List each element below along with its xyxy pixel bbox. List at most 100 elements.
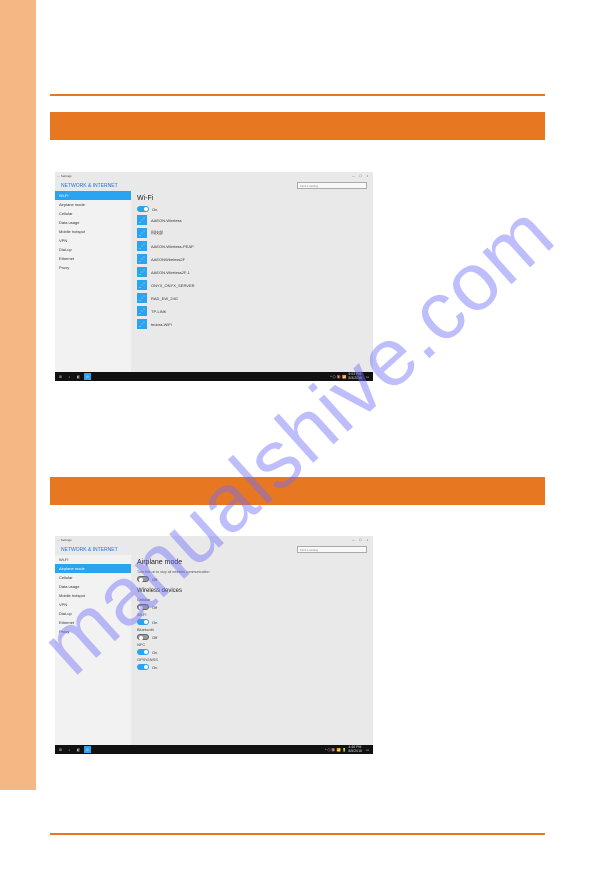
sidebar-item-wi-fi[interactable]: Wi-Fi [55,191,131,200]
search-input[interactable]: Find a setting [297,182,367,189]
wifi-network-item[interactable]: ⋰ TP-LINK [137,306,367,316]
device-toggle[interactable] [137,634,149,640]
nav-back-label[interactable]: ← Settings [57,538,72,542]
airplane-toggle[interactable] [137,576,149,582]
wifi-network-item[interactable]: ⋰ AAEONWireless2F [137,254,367,264]
wifi-network-item[interactable]: ⋰ AAEON-Wireless [137,215,367,225]
search-icon[interactable]: ⌕ [66,746,73,753]
sidebar-item-dial-up[interactable]: Dial-up [55,609,131,618]
wifi-signal-icon: ⋰ [137,254,147,264]
taskview-icon[interactable]: ◧ [75,373,82,380]
taskbar: ⊞ ⌕ ◧ ⚙ ^ ⬡ 🔇 📶 🔋 4:46 PM8/5/2016 ▭ [55,745,373,754]
clock-date: 8/3/2016 [348,376,362,380]
network-name: AAEONWireless2F [151,257,185,262]
toggle-state: Off [152,635,157,640]
wifi-signal-icon: ⋰ [137,228,147,238]
divider-bottom [50,833,545,835]
sidebar-item-mobile-hotspot[interactable]: Mobile hotspot [55,591,131,600]
sidebar-item-proxy[interactable]: Proxy [55,627,131,636]
sidebar-item-airplane-mode[interactable]: Airplane mode [55,200,131,209]
helper-text: Turn this on to stop all wireless commun… [137,570,367,574]
tray-icons[interactable]: ^ ⬡ 🔇 📶 🔋 [325,748,347,752]
sidebar-item-ethernet[interactable]: Ethernet [55,618,131,627]
device-toggle[interactable] [137,619,149,625]
settings-sidebar: Wi-FiAirplane modeCellularData usageMobi… [55,191,131,372]
wifi-signal-icon: ⋰ [137,267,147,277]
wifi-network-item[interactable]: ⋰ fedora-WiFi [137,319,367,329]
sidebar-item-data-usage[interactable]: Data usage [55,582,131,591]
device-toggle[interactable] [137,649,149,655]
window-titlebar: ← Settings —☐× [55,172,373,180]
wifi-signal-icon: ⋰ [137,306,147,316]
device-label: Wi-Fi [137,612,367,617]
wifi-signal-icon: ⋰ [137,319,147,329]
wifi-network-item[interactable]: ⋰ RAD_EW_24G [137,293,367,303]
clock-date: 8/5/2016 [348,749,362,753]
network-name: RAD_EW_24G [151,296,178,301]
wifi-signal-icon: ⋰ [137,241,147,251]
sidebar-item-mobile-hotspot[interactable]: Mobile hotspot [55,227,131,236]
device-label: NFC [137,642,367,647]
device-label: Cellular [137,597,367,602]
nav-back-label[interactable]: ← Settings [57,174,72,178]
sidebar-item-ethernet[interactable]: Ethernet [55,254,131,263]
device-toggle[interactable] [137,604,149,610]
search-icon[interactable]: ⌕ [66,373,73,380]
notification-icon[interactable]: ▭ [364,746,371,753]
taskview-icon[interactable]: ◧ [75,746,82,753]
network-name: AAEON-Wireless2F-1 [151,270,190,275]
toggle-label: Off [152,577,157,582]
toggle-label: On [152,207,157,212]
sidebar-item-cellular[interactable]: Cellular [55,209,131,218]
sidebar-item-vpn[interactable]: VPN [55,600,131,609]
network-name: AAEON-Wireless [151,218,182,223]
start-icon[interactable]: ⊞ [57,746,64,753]
section-header-1 [50,112,545,140]
airplane-panel: Airplane mode Turn this on to stop all w… [131,555,373,745]
tray-icons[interactable]: ^ ⬡ 🔇 📶 [330,375,346,379]
wifi-panel: Wi-Fi On ⋰AAEON-Wireless⋰科技部⋰AAEON-Wirel… [131,191,373,372]
search-input[interactable]: Find a setting [297,546,367,553]
settings-taskbar-icon[interactable]: ⚙ [84,746,91,753]
sidebar-item-data-usage[interactable]: Data usage [55,218,131,227]
wifi-network-item[interactable]: ⋰ AAEON-Wireless-PEAP [137,241,367,251]
network-name: fedora-WiFi [151,322,172,327]
sidebar-item-dial-up[interactable]: Dial-up [55,245,131,254]
toggle-state: On [152,650,157,655]
network-name: ONYX_ONYX_SERVER [151,283,195,288]
page-header-title: NETWORK & INTERNET [61,183,118,189]
panel-title: Airplane mode [137,559,367,566]
start-icon[interactable]: ⊞ [57,373,64,380]
settings-screenshot-airplane: ← Settings —☐× NETWORK & INTERNET Find a… [55,536,373,742]
sidebar-item-proxy[interactable]: Proxy [55,263,131,272]
wifi-network-item[interactable]: ⋰科技部 [137,228,367,238]
left-margin-band [0,0,36,790]
sidebar-item-wi-fi[interactable]: Wi-Fi [55,555,131,564]
wifi-network-item[interactable]: ⋰ ONYX_ONYX_SERVER [137,280,367,290]
section-header-2 [50,477,545,505]
wifi-signal-icon: ⋰ [137,280,147,290]
device-label: GPS\GNSS [137,657,367,662]
divider-top [50,94,545,96]
network-name: TP-LINK [151,309,166,314]
device-label: Bluetooth [137,627,367,632]
taskbar: ⊞ ⌕ ◧ ⚙ ^ ⬡ 🔇 📶 9:03 PM8/3/2016 ▭ [55,372,373,381]
notification-icon[interactable]: ▭ [364,373,371,380]
sidebar-item-vpn[interactable]: VPN [55,236,131,245]
page-header-title: NETWORK & INTERNET [61,547,118,553]
device-toggle[interactable] [137,664,149,670]
window-titlebar: ← Settings —☐× [55,536,373,544]
toggle-state: On [152,620,157,625]
wifi-network-item[interactable]: ⋰ AAEON-Wireless2F-1 [137,267,367,277]
settings-screenshot-wifi: ← Settings —☐× NETWORK & INTERNET Find a… [55,172,373,369]
window-controls[interactable]: —☐× [350,538,371,542]
wifi-signal-icon: ⋰ [137,215,147,225]
settings-taskbar-icon[interactable]: ⚙ [84,373,91,380]
window-controls[interactable]: —☐× [350,174,371,178]
network-name: AAEON-Wireless-PEAP [151,244,194,249]
toggle-state: Off [152,605,157,610]
sidebar-item-cellular[interactable]: Cellular [55,573,131,582]
wifi-toggle[interactable] [137,206,149,212]
wifi-signal-icon: ⋰ [137,293,147,303]
sidebar-item-airplane-mode[interactable]: Airplane mode [55,564,131,573]
